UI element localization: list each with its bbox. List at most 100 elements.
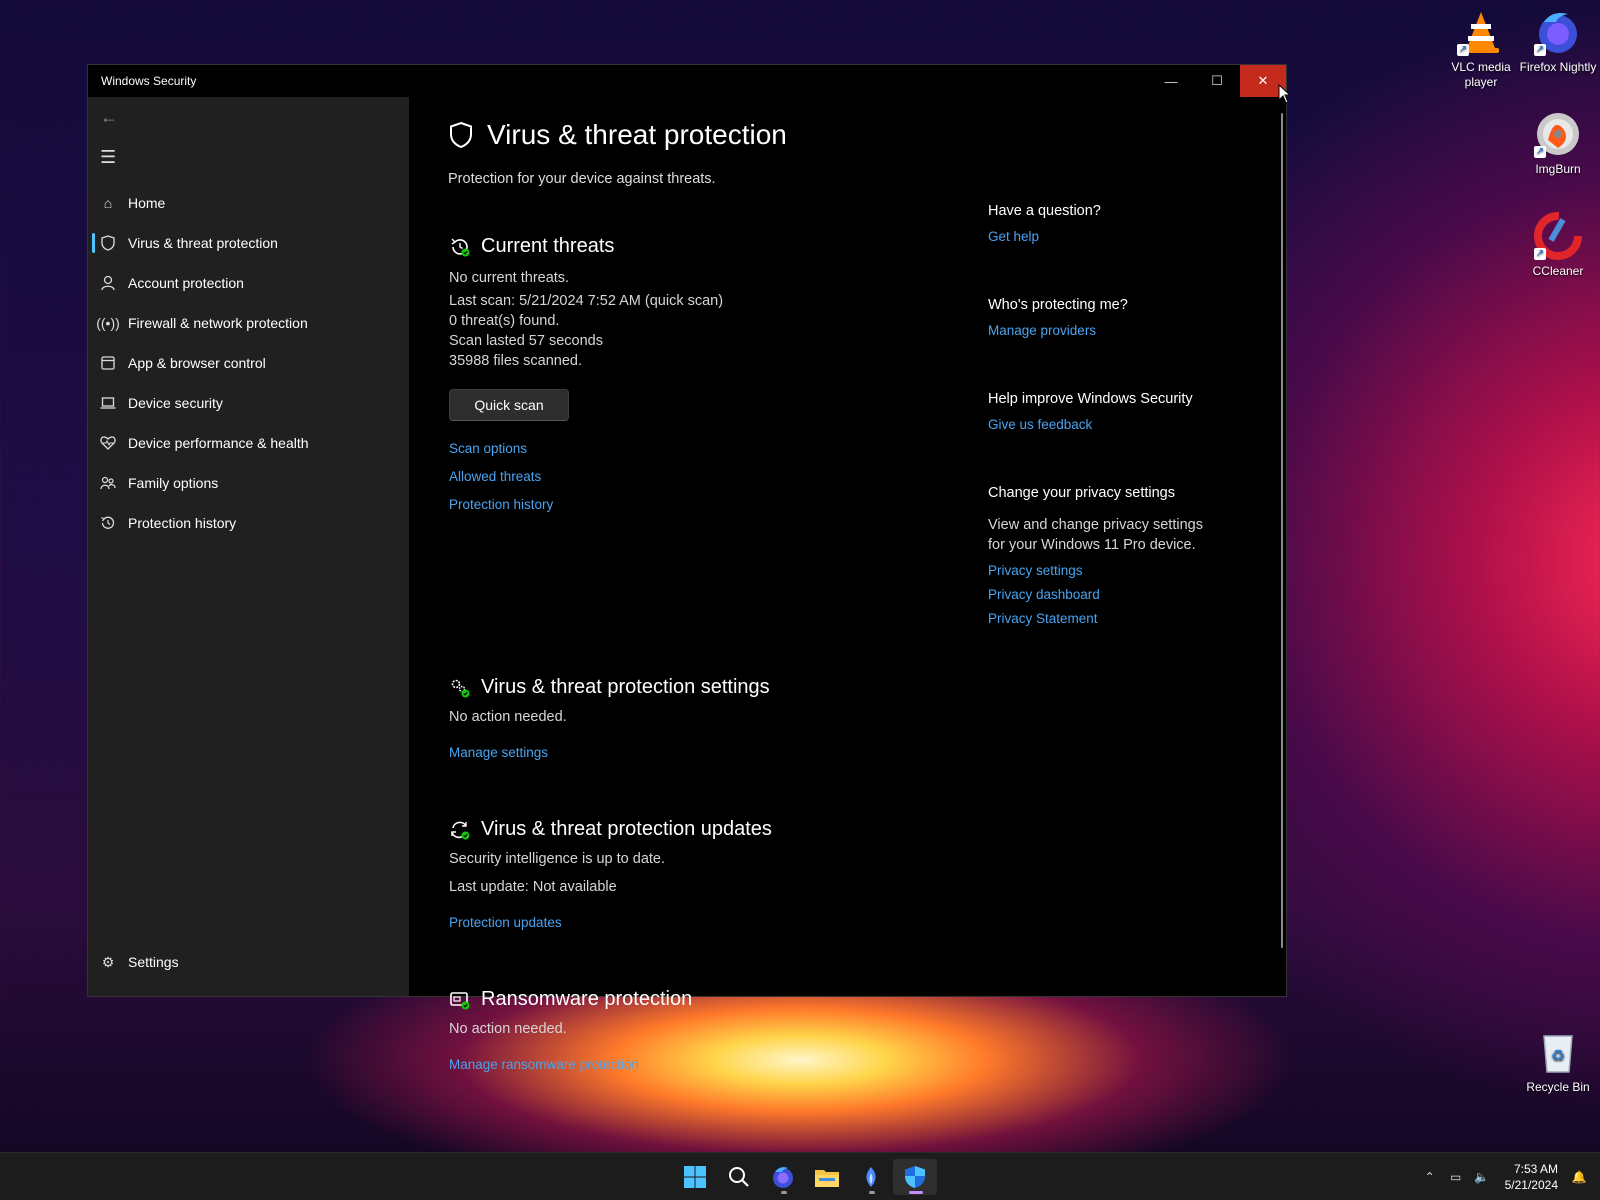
- privacy-text: View and change privacy settings for you…: [988, 517, 1203, 553]
- imgburn-icon: ↗: [1534, 110, 1582, 158]
- shield-icon: [100, 235, 116, 251]
- protection-updates-link[interactable]: Protection updates: [449, 915, 772, 930]
- shortcut-arrow-icon: ↗: [1534, 146, 1546, 158]
- notification-bell-icon[interactable]: 🔔: [1566, 1170, 1592, 1184]
- recycle-bin-icon: ♻: [1534, 1028, 1582, 1076]
- section-heading: Virus & threat protection updates: [449, 818, 772, 841]
- scan-options-link[interactable]: Scan options: [449, 441, 723, 456]
- taskbar-app[interactable]: [849, 1159, 893, 1195]
- privacy-settings-link[interactable]: Privacy settings: [988, 563, 1218, 578]
- page-title-text: Virus & threat protection: [487, 119, 787, 150]
- clock-date: 5/21/2024: [1504, 1178, 1558, 1192]
- desktop-icon-label: VLC media player: [1451, 60, 1511, 89]
- desktop-icon-recycle-bin[interactable]: ♻ Recycle Bin: [1518, 1028, 1598, 1095]
- vertical-scrollbar[interactable]: [1281, 113, 1283, 948]
- taskbar: ⌃ ▭ 🔈 7:53 AM 5/21/2024 🔔: [0, 1152, 1600, 1200]
- section-heading: Virus & threat protection settings: [449, 676, 770, 699]
- manage-providers-link[interactable]: Manage providers: [988, 323, 1128, 338]
- sidebar-item-family-options[interactable]: Family options: [88, 463, 409, 503]
- privacy-statement-link[interactable]: Privacy Statement: [988, 611, 1218, 626]
- shortcut-arrow-icon: ↗: [1457, 44, 1469, 56]
- sidebar-item-protection-history[interactable]: Protection history: [88, 503, 409, 543]
- desktop-icon-ccleaner[interactable]: ↗ CCleaner: [1518, 212, 1598, 279]
- section-heading: Ransomware protection: [449, 988, 692, 1011]
- volume-muted-icon[interactable]: 🔈: [1469, 1170, 1495, 1184]
- protection-updates-section: Virus & threat protection updates Securi…: [449, 818, 772, 930]
- taskbar-firefox-nightly[interactable]: [761, 1159, 805, 1195]
- sidebar-item-virus-threat-protection[interactable]: Virus & threat protection: [88, 223, 409, 263]
- sidebar-item-app-browser-control[interactable]: App & browser control: [88, 343, 409, 383]
- get-help-link[interactable]: Get help: [988, 229, 1101, 244]
- protection-updates-heading: Virus & threat protection updates: [481, 818, 772, 840]
- minimize-button[interactable]: —: [1148, 65, 1194, 97]
- desktop-icon-firefox-nightly[interactable]: ↗ Firefox Nightly: [1518, 8, 1598, 75]
- quick-scan-button[interactable]: Quick scan: [449, 389, 569, 421]
- sidebar-item-firewall[interactable]: ((•)) Firewall & network protection: [88, 303, 409, 343]
- system-tray: ⌃ ▭ 🔈 7:53 AM 5/21/2024 🔔: [1417, 1153, 1600, 1200]
- taskbar-file-explorer[interactable]: [805, 1159, 849, 1195]
- protection-settings-section: Virus & threat protection settings No ac…: [449, 676, 770, 760]
- maximize-button[interactable]: ☐: [1194, 65, 1240, 97]
- feedback-section: Help improve Windows Security Give us fe…: [988, 391, 1193, 432]
- sidebar-item-device-performance[interactable]: Device performance & health: [88, 423, 409, 463]
- who-protecting-heading: Who's protecting me?: [988, 297, 1128, 313]
- network-display-icon[interactable]: ▭: [1443, 1170, 1469, 1184]
- privacy-dashboard-link[interactable]: Privacy dashboard: [988, 587, 1218, 602]
- privacy-section: Change your privacy settings View and ch…: [988, 485, 1218, 626]
- sidebar-item-account-protection[interactable]: Account protection: [88, 263, 409, 303]
- sidebar: ← ☰ ⌂ Home Virus & threat protection Acco…: [88, 97, 409, 996]
- desktop-icon-imgburn[interactable]: ↗ ImgBurn: [1518, 110, 1598, 177]
- providers-section: Who's protecting me? Manage providers: [988, 297, 1128, 338]
- desktop-icon-vlc[interactable]: ↗ VLC media player: [1441, 8, 1521, 90]
- settings-status: No action needed.: [449, 709, 567, 725]
- wireless-antenna-icon: ((•)): [96, 315, 120, 331]
- title-bar: Windows Security — ☐ ✕: [88, 65, 1286, 97]
- ransomware-status: No action needed.: [449, 1021, 567, 1037]
- heart-pulse-icon: [100, 435, 116, 451]
- app-window-icon: [100, 355, 116, 371]
- desktop-icon-label: CCleaner: [1532, 264, 1584, 278]
- file-explorer-icon: [815, 1170, 839, 1187]
- updates-status: Security intelligence is up to date.: [449, 851, 666, 867]
- back-button[interactable]: ←: [88, 97, 409, 137]
- protection-history-link[interactable]: Protection history: [449, 497, 723, 512]
- windows-logo-icon: [684, 1166, 706, 1188]
- help-improve-heading: Help improve Windows Security: [988, 391, 1193, 407]
- section-heading: Current threats: [449, 235, 723, 258]
- shield-icon: [450, 121, 472, 149]
- clock[interactable]: 7:53 AM 5/21/2024: [1505, 1161, 1558, 1193]
- scan-duration-text: Scan lasted 57 seconds: [449, 333, 603, 349]
- start-button[interactable]: [673, 1159, 717, 1195]
- menu-button[interactable]: ☰: [88, 137, 409, 177]
- sidebar-item-device-security[interactable]: Device security: [88, 383, 409, 423]
- sidebar-item-label: Account protection: [128, 275, 244, 291]
- sidebar-item-home[interactable]: ⌂ Home: [88, 183, 409, 223]
- privacy-heading: Change your privacy settings: [988, 485, 1175, 501]
- desktop-icon-label: ImgBurn: [1535, 162, 1581, 176]
- firefox-nightly-icon: [773, 1167, 793, 1188]
- back-arrow-icon: ←: [100, 106, 118, 127]
- manage-settings-link[interactable]: Manage settings: [449, 745, 770, 760]
- sidebar-item-label: Firewall & network protection: [128, 315, 308, 331]
- chevron-up-icon[interactable]: ⌃: [1417, 1170, 1443, 1184]
- taskbar-search-button[interactable]: [717, 1159, 761, 1195]
- search-icon: [729, 1167, 749, 1187]
- windows-security-icon: [905, 1166, 925, 1188]
- sidebar-item-settings[interactable]: ⚙ Settings: [88, 942, 179, 982]
- person-icon: [100, 275, 116, 291]
- gear-icon: ⚙: [101, 953, 115, 970]
- main-content: Virus & threat protection Protection for…: [409, 97, 1286, 1072]
- taskbar-apps: [673, 1159, 937, 1195]
- windows-security-window: Windows Security — ☐ ✕ ← ☰ ⌂ Home Virus &…: [87, 64, 1287, 1072]
- last-scan-text: Last scan: 5/21/2024 7:52 AM (quick scan…: [449, 293, 724, 309]
- taskbar-windows-security[interactable]: [893, 1159, 937, 1195]
- sidebar-item-label: Device security: [128, 395, 223, 411]
- laptop-icon: [100, 395, 116, 411]
- allowed-threats-link[interactable]: Allowed threats: [449, 469, 723, 484]
- give-feedback-link[interactable]: Give us feedback: [988, 417, 1193, 432]
- manage-ransomware-link[interactable]: Manage ransomware protection: [449, 1057, 692, 1072]
- ransomware-section: Ransomware protection No action needed. …: [449, 988, 692, 1072]
- sidebar-item-label: Family options: [128, 475, 219, 491]
- sidebar-item-label: Protection history: [128, 515, 237, 531]
- last-update-text: Last update: Not available: [449, 879, 617, 895]
